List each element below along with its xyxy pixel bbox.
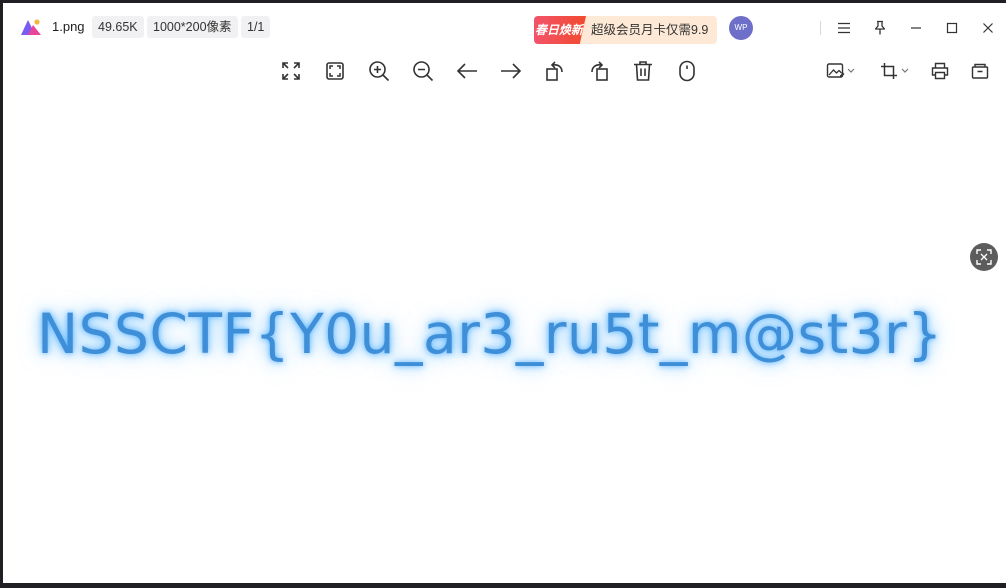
- rotate-left-button[interactable]: [541, 57, 569, 85]
- pin-icon: [874, 20, 886, 35]
- maximize-button[interactable]: [939, 15, 965, 41]
- delete-icon: [634, 61, 652, 81]
- zoom-in-icon: [369, 61, 390, 82]
- mouse-icon: [679, 60, 695, 82]
- minimize-icon: [911, 27, 921, 29]
- rotate-right-icon: [591, 61, 608, 81]
- delete-button[interactable]: [629, 57, 657, 85]
- ocr-text-button[interactable]: [970, 243, 998, 271]
- open-folder-icon: [971, 63, 989, 79]
- zoom-out-icon: [413, 61, 434, 82]
- print-icon: [931, 62, 949, 80]
- crop-icon: [881, 63, 909, 79]
- file-name: 1.png: [52, 19, 85, 34]
- page-indicator-badge: 1/1: [241, 16, 271, 38]
- title-divider: [820, 21, 821, 35]
- image-dimensions-badge: 1000*200像素: [147, 16, 238, 38]
- print-button[interactable]: [926, 57, 954, 85]
- minimize-button[interactable]: [903, 15, 929, 41]
- next-arrow-icon: [501, 63, 522, 79]
- promo-text: 超级会员月卡仅需9.9: [591, 23, 709, 37]
- app-logo-icon: [21, 19, 41, 35]
- close-icon: [983, 23, 993, 33]
- next-image-button[interactable]: [497, 57, 525, 85]
- hamburger-menu-icon: [838, 22, 850, 34]
- fullscreen-button[interactable]: [277, 57, 305, 85]
- title-bar: 1.png 49.65K 1000*200像素 1/1 春日焕新 超级会员月卡仅…: [3, 3, 1006, 51]
- avatar[interactable]: WP: [729, 16, 753, 40]
- text-recognition-icon: [976, 249, 992, 265]
- menu-button[interactable]: [831, 15, 857, 41]
- rotate-right-button[interactable]: [585, 57, 613, 85]
- file-size-badge: 49.65K: [92, 16, 144, 38]
- fullscreen-icon: [282, 62, 300, 80]
- rotate-left-icon: [546, 61, 563, 81]
- zoom-in-button[interactable]: [365, 57, 393, 85]
- mouse-mode-button[interactable]: [673, 57, 701, 85]
- previous-arrow-icon: [456, 63, 477, 79]
- close-button[interactable]: [975, 15, 1001, 41]
- crop-dropdown[interactable]: [877, 57, 913, 85]
- image-text-content: NSSCTF{Y0u_ar3_ru5t_m@st3r}: [37, 302, 943, 366]
- open-folder-button[interactable]: [966, 57, 994, 85]
- previous-image-button[interactable]: [453, 57, 481, 85]
- promo-tag: 春日焕新: [534, 16, 586, 44]
- maximize-icon: [946, 22, 958, 34]
- fit-window-button[interactable]: [321, 57, 349, 85]
- zoom-out-button[interactable]: [409, 57, 437, 85]
- promo-banner[interactable]: 春日焕新 超级会员月卡仅需9.9: [534, 16, 717, 44]
- image-edit-icon: [826, 63, 855, 78]
- pin-button[interactable]: [867, 15, 893, 41]
- image-viewer-window: 1.png 49.65K 1000*200像素 1/1 春日焕新 超级会员月卡仅…: [3, 3, 1006, 583]
- fit-window-icon: [326, 62, 344, 80]
- image-edit-dropdown[interactable]: [823, 57, 859, 85]
